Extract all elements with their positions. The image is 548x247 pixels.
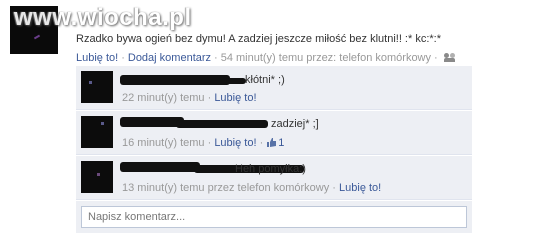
comment-time: 22 minut(y) temu (122, 92, 205, 104)
comment-meta: 13 minut(y) temu przez telefon komórkowy… (122, 182, 382, 194)
comments-list: kłótni* ;) 22 minut(y) temu · Lubię to! … (76, 66, 472, 233)
comment-text: zadziej* ;] (271, 118, 319, 130)
comment-time: 16 minut(y) temu (122, 137, 205, 149)
comment-time: 13 minut(y) temu przez telefon komórkowy (122, 182, 330, 194)
redacted-author (120, 117, 184, 127)
friends-icon[interactable] (443, 53, 456, 62)
post-like-link[interactable]: Lubię to! (76, 52, 118, 64)
post-text: Rzadko bywa ogień bez dymu! A zadziej je… (76, 33, 442, 45)
comment-like-link[interactable]: Lubię to! (339, 182, 381, 194)
comment-text: kłótni* ;) (245, 74, 285, 86)
watermark-logo: www.wiocha.pl (14, 4, 192, 31)
post-actions: Lubię to! · Dodaj komentarz · 54 minut(y) te… (76, 52, 456, 64)
comment-input-area (76, 201, 472, 233)
comment-avatar[interactable] (81, 71, 113, 103)
redacted-author (120, 75, 230, 85)
comment-input[interactable] (81, 206, 467, 228)
comment-item: Heh pomyłka:) 13 minut(y) temu przez tel… (76, 156, 472, 200)
comment-meta: 16 minut(y) temu · Lubię to! · 1 (122, 137, 285, 149)
comment-avatar[interactable] (81, 116, 113, 148)
comment-like-link[interactable]: Lubię to! (214, 137, 256, 149)
comment-like-count[interactable]: 1 (278, 137, 284, 149)
comment-like-link[interactable]: Lubię to! (214, 92, 256, 104)
redacted-author (120, 162, 200, 172)
comment-item: kłótni* ;) 22 minut(y) temu · Lubię to! (76, 66, 472, 110)
thumbs-up-icon (267, 138, 277, 147)
comment-item: zadziej* ;] 16 minut(y) temu · Lubię to!… (76, 111, 472, 155)
comment-avatar[interactable] (81, 161, 113, 193)
comment-text: Heh pomyłka:) (235, 163, 306, 175)
comment-meta: 22 minut(y) temu · Lubię to! (122, 92, 257, 104)
post-meta: 54 minut(y) temu przez: telefon komórkow… (220, 52, 432, 64)
add-comment-link[interactable]: Dodaj komentarz (128, 52, 211, 64)
